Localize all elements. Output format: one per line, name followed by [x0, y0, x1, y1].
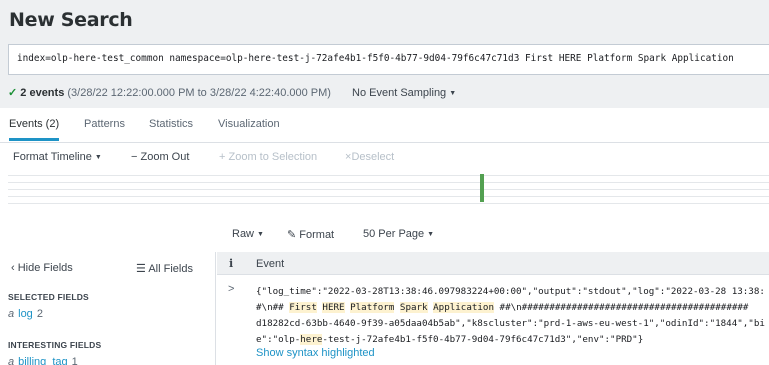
tab-patterns[interactable]: Patterns	[84, 118, 125, 130]
search-term-highlight: Platform	[350, 302, 395, 313]
event-raw-text: {"log_time":"2022-03-28T13:38:46.0979832…	[256, 284, 765, 348]
list-icon: ☰	[136, 263, 146, 275]
minus-icon: −	[131, 151, 138, 163]
format-button[interactable]: ✎ Format	[287, 228, 334, 241]
search-term-highlight: Application	[433, 302, 494, 313]
caret-down-icon: ▼	[449, 90, 457, 97]
timeline-toolbar: Format Timeline ▼ − Zoom Out + Zoom to Se…	[0, 143, 769, 171]
timeline-histogram[interactable]	[8, 171, 769, 207]
caret-down-icon: ▼	[94, 154, 102, 161]
deselect-button[interactable]: ×Deselect	[345, 151, 394, 163]
info-column-header: i	[229, 257, 234, 270]
zoom-to-selection-button[interactable]: + Zoom to Selection	[219, 151, 317, 163]
expand-row-icon[interactable]: >	[228, 283, 234, 295]
event-line: #\n## First HERE Platform Spark Applicat…	[256, 300, 765, 316]
events-table: i Event > {"log_time":"2022-03-28T13:38:…	[217, 252, 769, 365]
tab-statistics[interactable]: Statistics	[149, 118, 193, 130]
event-count: 2 events	[20, 87, 65, 99]
job-status: ✓ 2 events (3/28/22 12:22:00.000 PM to 3…	[8, 86, 456, 99]
caret-down-icon: ▼	[427, 231, 435, 238]
selected-fields-heading: SELECTED FIELDS	[8, 292, 89, 302]
search-term-highlight: here	[300, 334, 323, 345]
all-fields-button[interactable]: ☰ All Fields	[136, 262, 193, 275]
event-line: e":"olp-here-test-j-72afe4b1-f5f0-4b77-9…	[256, 332, 765, 348]
search-input[interactable]: index=olp-here-test_common namespace=olp…	[8, 44, 769, 75]
zoom-out-button[interactable]: − Zoom Out	[131, 151, 189, 163]
tab-events[interactable]: Events (2)	[9, 118, 60, 141]
time-range: (3/28/22 12:22:00.000 PM to 3/28/22 4:22…	[64, 87, 331, 99]
page-title: New Search	[9, 9, 133, 31]
grid-line	[8, 196, 769, 197]
field-billing-tag[interactable]: a billing_tag 1	[8, 356, 78, 365]
hide-fields-button[interactable]: ‹ Hide Fields	[11, 262, 73, 274]
per-page-dropdown[interactable]: 50 Per Page ▼	[363, 228, 434, 240]
results-tabs: Events (2) Patterns Statistics Visualiza…	[0, 108, 769, 143]
raw-dropdown[interactable]: Raw ▼	[232, 228, 264, 240]
grid-line	[8, 182, 769, 183]
results-toolbar: Raw ▼ ✎ Format 50 Per Page ▼	[0, 220, 769, 250]
show-syntax-link[interactable]: Show syntax highlighted	[256, 347, 375, 359]
caret-down-icon: ▼	[257, 231, 264, 238]
field-log[interactable]: a log 2	[8, 308, 43, 320]
plus-icon: +	[219, 151, 226, 163]
format-timeline-button[interactable]: Format Timeline ▼	[13, 151, 102, 163]
table-header: i Event	[217, 252, 769, 275]
grid-line	[8, 203, 769, 204]
grid-line	[8, 175, 769, 176]
grid-line	[8, 189, 769, 190]
event-text-segment: -test-j-72afe4b1-f5f0-4b77-9d04-79f6c47c…	[322, 334, 644, 345]
interesting-fields-heading: INTERESTING FIELDS	[8, 340, 102, 350]
event-text-segment: ##\n####################################…	[494, 302, 749, 313]
tab-visualization[interactable]: Visualization	[218, 118, 280, 130]
search-header: New Search index=olp-here-test_common na…	[0, 0, 769, 108]
histogram-bar[interactable]	[480, 174, 484, 202]
event-line: {"log_time":"2022-03-28T13:38:46.0979832…	[256, 286, 765, 297]
pencil-icon: ✎	[287, 229, 297, 241]
event-line: d18282cd-63bb-4640-9f39-a05daa04b5ab","k…	[256, 318, 765, 329]
event-column-header: Event	[256, 258, 285, 270]
chevron-left-icon: ‹	[11, 262, 15, 274]
fields-sidebar: ‹ Hide Fields ☰ All Fields SELECTED FIEL…	[0, 252, 216, 365]
search-term-highlight: Spark	[399, 302, 428, 313]
search-term-highlight: First	[289, 302, 317, 313]
event-sampling-dropdown[interactable]: No Event Sampling ▼	[352, 87, 456, 99]
search-term-highlight: HERE	[322, 302, 345, 313]
check-icon: ✓	[8, 87, 18, 99]
event-text-segment: e":"olp-	[256, 334, 301, 345]
event-text-segment: #\n##	[256, 302, 290, 313]
